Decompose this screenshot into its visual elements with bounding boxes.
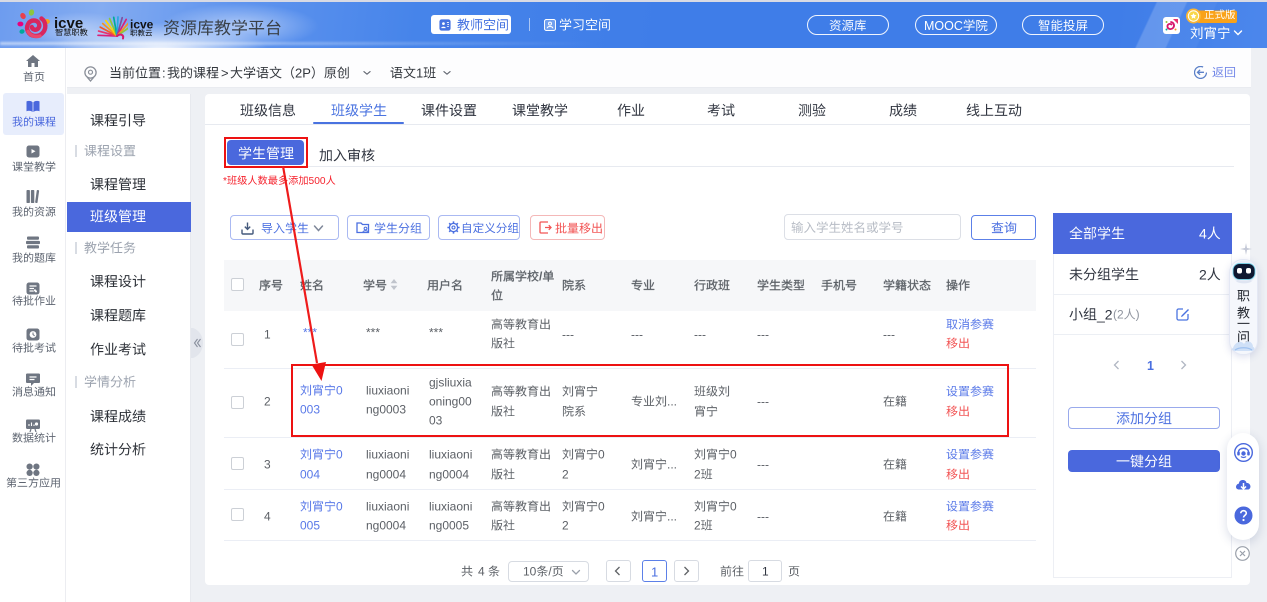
svg-text:liuxiaoni: liuxiaoni — [429, 499, 472, 513]
svg-text:...: ... — [667, 509, 677, 523]
svg-text:---: --- — [694, 328, 706, 342]
svg-text:0: 0 — [336, 499, 343, 513]
svg-text:10: 10 — [523, 565, 537, 579]
svg-text:4: 4 — [478, 564, 485, 578]
svg-text:004: 004 — [300, 467, 320, 481]
svg-text:---: --- — [883, 328, 895, 342]
svg-text:005: 005 — [300, 519, 320, 533]
svg-text:ng0005: ng0005 — [429, 519, 469, 533]
svg-text:4: 4 — [264, 509, 271, 523]
svg-text:liuxiaoni: liuxiaoni — [366, 448, 409, 462]
svg-text:1: 1 — [415, 65, 422, 80]
svg-text:): ) — [1136, 308, 1140, 322]
svg-text:_2: _2 — [1096, 306, 1113, 322]
svg-text:2: 2 — [694, 467, 701, 481]
svg-text:3: 3 — [264, 458, 271, 472]
svg-text:***: *** — [366, 326, 380, 340]
svg-text:0: 0 — [729, 499, 736, 513]
svg-text:---: --- — [757, 328, 769, 342]
svg-text::: : — [162, 65, 166, 80]
svg-text:>: > — [221, 65, 229, 80]
svg-text:***: *** — [429, 326, 443, 340]
svg-text:0: 0 — [729, 448, 736, 462]
svg-text:1: 1 — [1147, 359, 1154, 373]
svg-text:---: --- — [562, 328, 574, 342]
svg-text:2: 2 — [264, 395, 271, 409]
svg-text:---: --- — [631, 328, 643, 342]
svg-text:ng0004: ng0004 — [366, 467, 406, 481]
svg-text:2: 2 — [562, 467, 569, 481]
svg-text:liuxiaoni: liuxiaoni — [366, 499, 409, 513]
svg-text:ng0004: ng0004 — [366, 519, 406, 533]
svg-text:2: 2 — [562, 519, 569, 533]
svg-text:0: 0 — [336, 448, 343, 462]
svg-text:liuxiaoni: liuxiaoni — [429, 448, 472, 462]
svg-text:1: 1 — [651, 564, 658, 579]
svg-text:1: 1 — [762, 564, 769, 578]
svg-text:4: 4 — [1199, 225, 1207, 241]
svg-text:(2: (2 — [1113, 308, 1124, 322]
svg-text:0: 0 — [597, 499, 604, 513]
svg-text:/: / — [538, 269, 542, 283]
svg-text:...: ... — [667, 458, 677, 472]
svg-text:ng0004: ng0004 — [429, 467, 469, 481]
svg-text:*: * — [223, 175, 227, 186]
svg-text:2: 2 — [694, 519, 701, 533]
svg-text:---: --- — [757, 458, 769, 472]
svg-text:2P: 2P — [295, 65, 311, 80]
svg-text:MOOC: MOOC — [924, 19, 963, 33]
svg-text:/: / — [548, 565, 552, 579]
svg-text:---: --- — [757, 509, 769, 523]
svg-text:2: 2 — [1199, 266, 1207, 282]
svg-text:0: 0 — [597, 448, 604, 462]
